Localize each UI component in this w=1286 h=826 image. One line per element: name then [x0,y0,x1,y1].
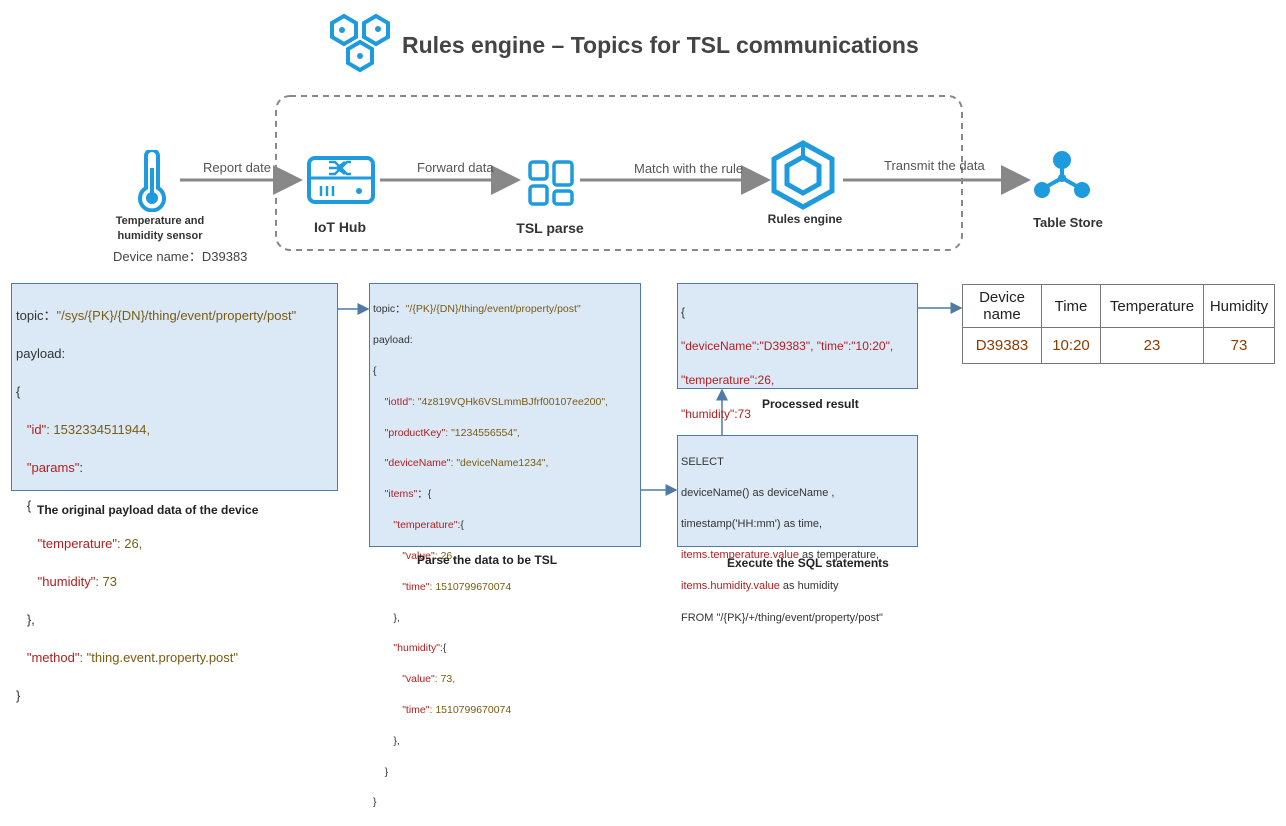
flow-label-report: Report date [203,160,271,175]
table-header-cell: Temperature [1100,284,1204,328]
table-cell: 73 [1203,327,1275,364]
table-cell: 23 [1100,327,1204,364]
table-header-cell: Time [1041,284,1101,328]
flow-label-match: Match with the rule [634,161,744,176]
sensor-device-name: Device name：D39383 [113,249,248,264]
sensor-label: Temperature and humidity sensor [115,215,205,242]
node-tsl-parse: TSL parse [516,220,584,236]
table-cell: D39383 [962,327,1042,364]
table-header-cell: Device name [962,284,1042,328]
rules-engine-icon [771,140,835,210]
table-row: D39383 10:20 23 73 [962,327,1275,364]
node-rules-engine: Rules engine [767,212,843,226]
flow-label-forward: Forward data [417,160,494,175]
tsl-parse-icon [528,160,574,206]
node-table-store: Table Store [1033,215,1103,230]
table-cell: 10:20 [1041,327,1101,364]
flow-label-transmit: Transmit the data [884,158,985,173]
sql-caption: Execute the SQL statements [727,556,889,570]
tsl-data-box: topic："/{PK}/{DN}/thing/event/property/p… [369,283,641,808]
processed-result-box: { "deviceName":"D39383", "time":"10:20",… [677,283,918,455]
result-caption: Processed result [762,397,859,411]
table-header-row: Device name Time Temperature Humidity [962,284,1275,328]
node-iot-hub: IoT Hub [313,219,367,235]
table-store-icon [1034,151,1090,198]
iot-hub-icon [307,156,375,204]
sql-statement-box: SELECT deviceName() as deviceName , time… [677,435,918,624]
payload-caption: The original payload data of the device [37,503,259,517]
original-payload-box: topic："/sys/{PK}/{DN}/thing/event/proper… [11,283,338,703]
tsl-caption: Parse the data to be TSL [417,553,558,567]
table-header-cell: Humidity [1203,284,1275,328]
thermometer-icon [138,150,166,212]
table-store-result-table: Device name Time Temperature Humidity D3… [962,284,1275,364]
